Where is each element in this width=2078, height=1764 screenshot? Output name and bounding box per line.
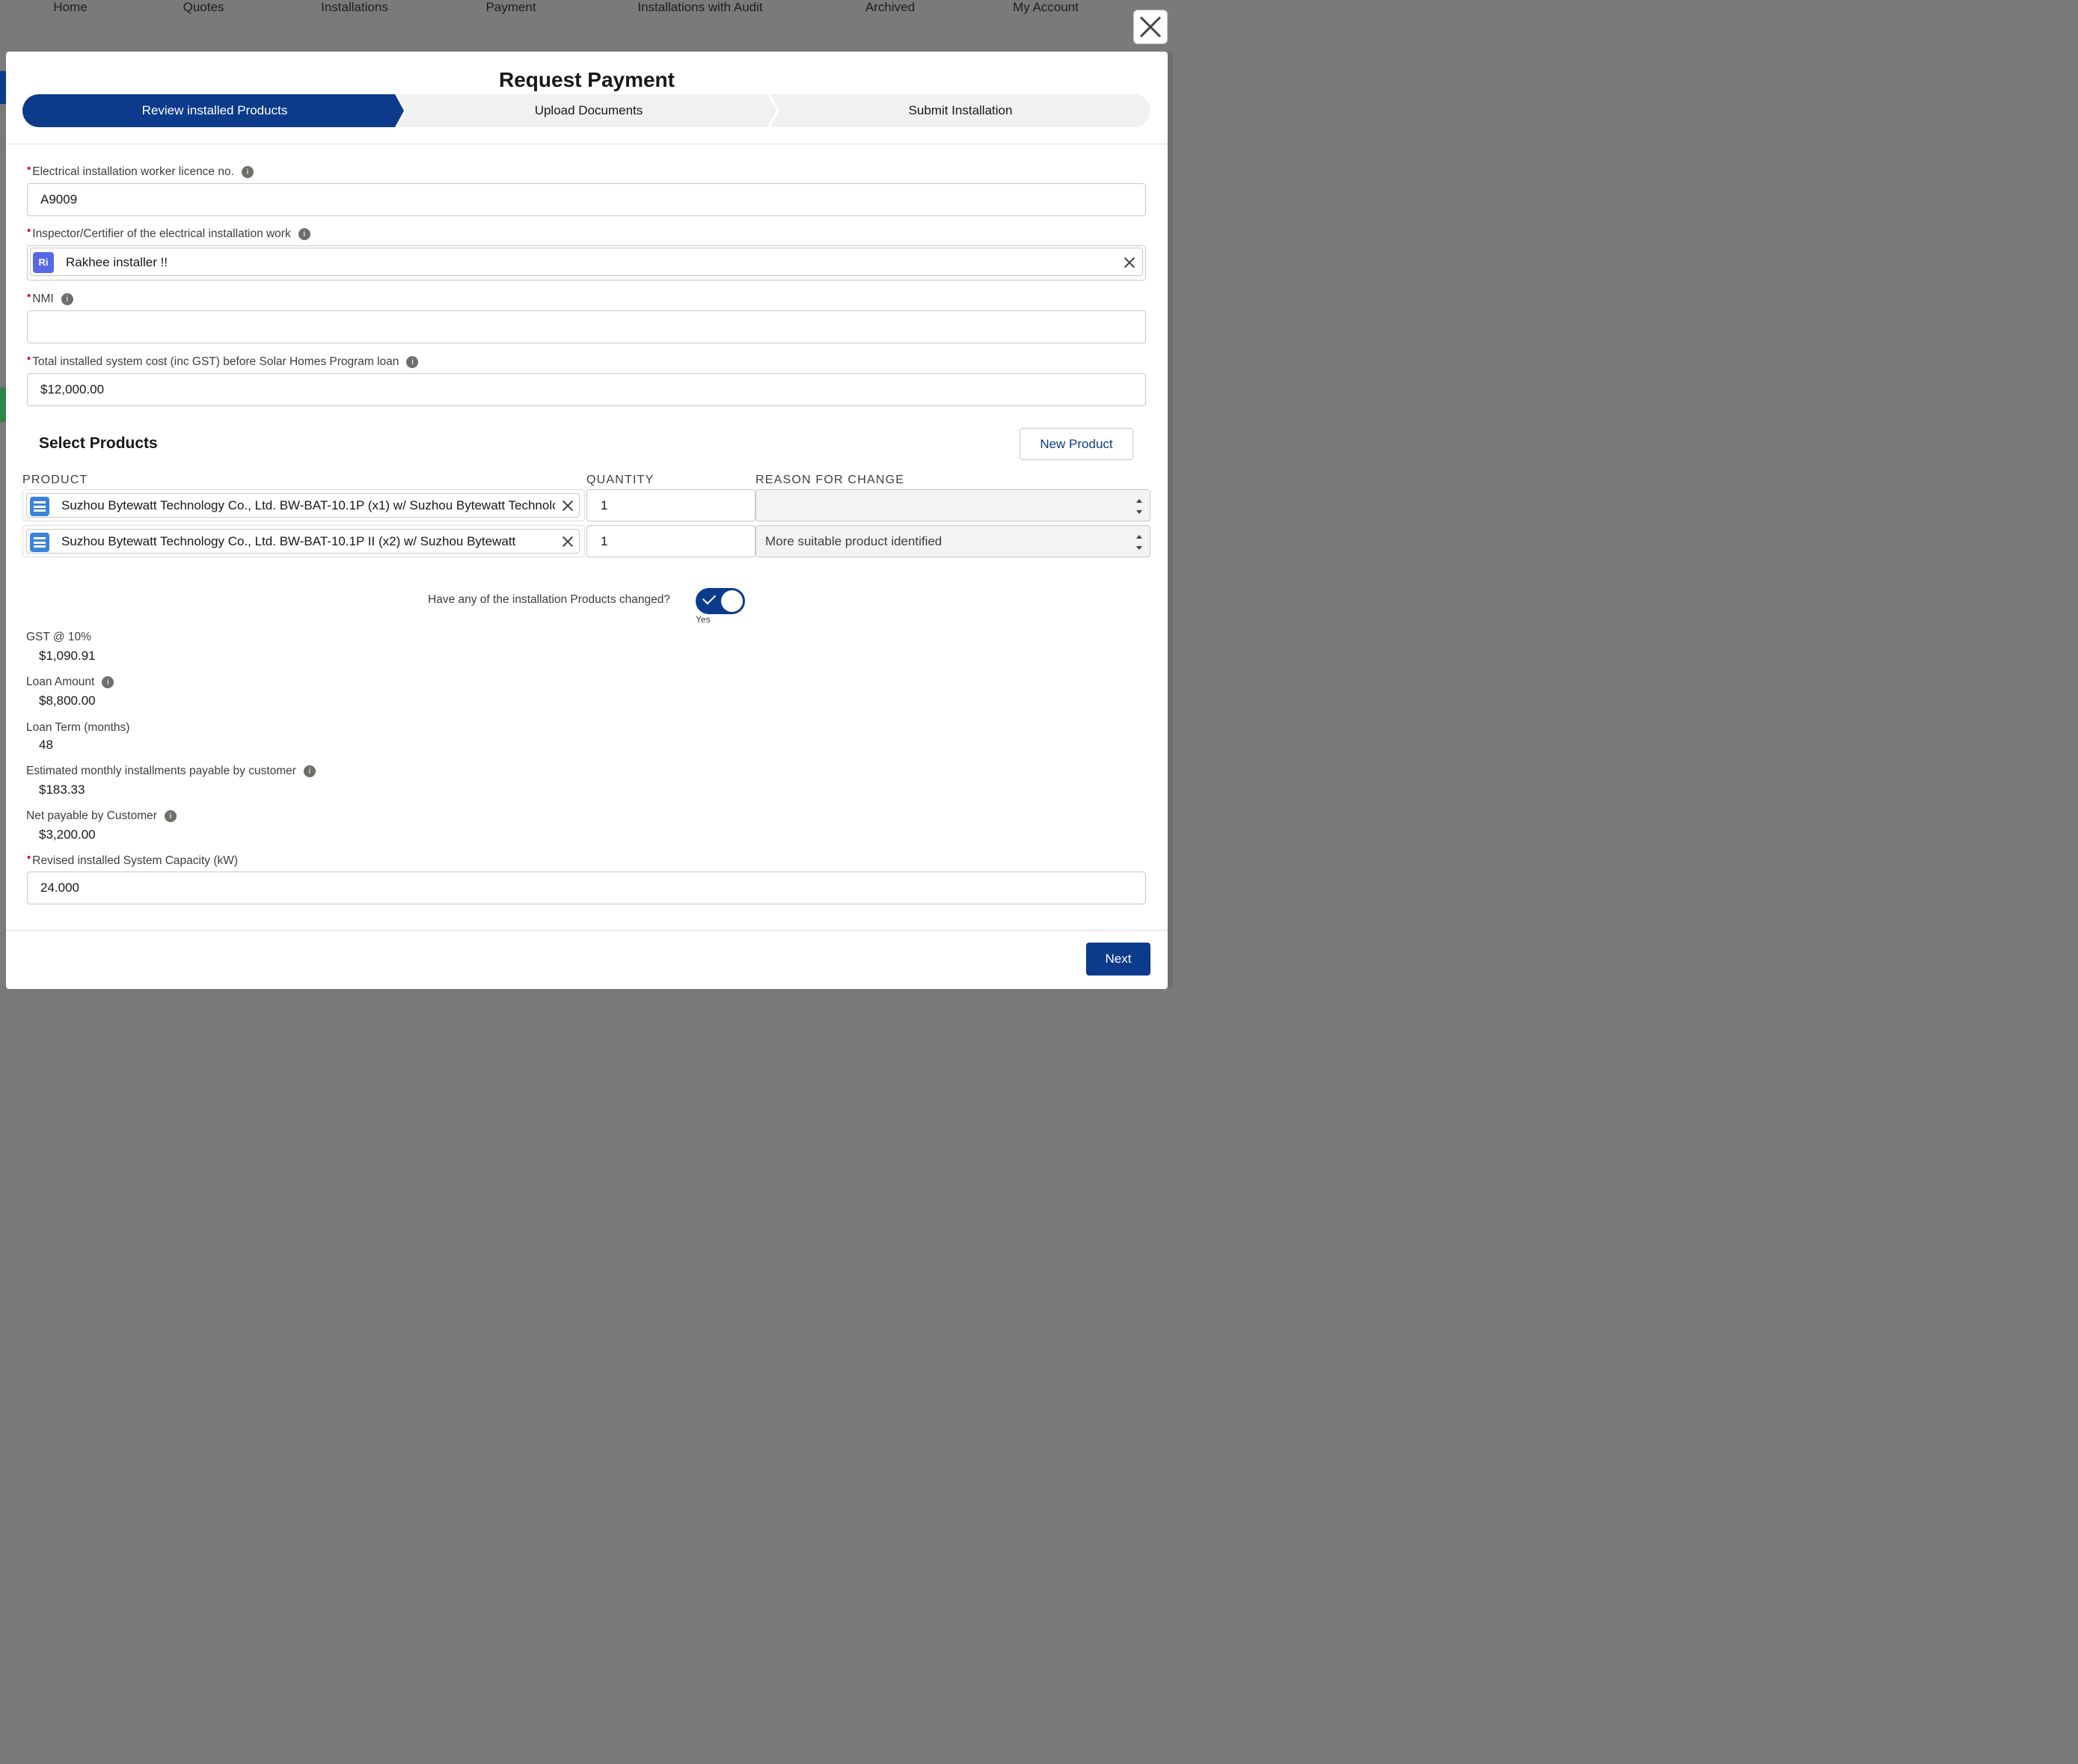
loan-term-value: 48 (39, 738, 53, 752)
toggle-state-label: Yes (696, 614, 711, 625)
close-icon (1139, 16, 1162, 38)
nmi-label: • NMI i (27, 290, 73, 306)
inspector-selected-pill[interactable]: Ri Rakhee installer !! (30, 248, 1143, 276)
info-icon[interactable]: i (61, 293, 73, 305)
info-icon[interactable]: i (164, 809, 177, 822)
inspector-label: • Inspector/Certifier of the electrical i… (27, 224, 310, 241)
footer-divider (6, 930, 1168, 931)
required-marker: • (27, 162, 31, 175)
product-pill[interactable]: Suzhou Bytewatt Technology Co., Ltd. BW-… (26, 493, 580, 518)
nav-home[interactable]: Home (53, 0, 87, 15)
contact-avatar-icon: Ri (33, 252, 54, 273)
quantity-input[interactable]: 1 (586, 489, 756, 521)
product-pill[interactable]: Suzhou Bytewatt Technology Co., Ltd. BW-… (26, 529, 580, 554)
request-payment-modal: Request Payment Review installed Product… (6, 52, 1168, 989)
loan-term-label: Loan Term (months) (26, 721, 130, 734)
monthly-installments-value: $183.33 (39, 783, 85, 797)
path-step-submit-installation[interactable]: Submit Installation (770, 94, 1150, 127)
gst-value: $1,090.91 (39, 649, 96, 663)
select-arrows-icon (1136, 535, 1142, 550)
background-edge (1168, 52, 1173, 989)
gst-label: GST @ 10% (26, 631, 91, 643)
product-name: Suzhou Bytewatt Technology Co., Ltd. BW-… (61, 498, 555, 512)
info-icon[interactable]: i (303, 765, 316, 777)
new-product-button[interactable]: New Product (1020, 428, 1133, 460)
remove-product-icon[interactable] (563, 536, 573, 547)
nav-installations-with-audit[interactable]: Installations with Audit (637, 0, 762, 15)
monthly-installments-label: Estimated monthly installments payable b… (26, 765, 316, 778)
capacity-label: • Revised installed System Capacity (kW) (27, 851, 239, 867)
check-icon (702, 590, 717, 605)
select-products-heading: Select Products (39, 435, 158, 452)
product-record-icon (30, 497, 49, 516)
nav-quotes[interactable]: Quotes (183, 0, 224, 15)
select-arrows-icon (1136, 499, 1142, 514)
toggle-knob (721, 590, 743, 612)
modal-close-button[interactable] (1133, 10, 1168, 44)
inspector-value: Rakhee installer !! (66, 255, 168, 269)
reason-select[interactable]: More suitable product identified (756, 525, 1150, 557)
top-navigation: Home Quotes Installations Payment Instal… (0, 0, 1173, 51)
quantity-input[interactable]: 1 (586, 525, 756, 557)
product-row-1: Suzhou Bytewatt Technology Co., Ltd. BW-… (22, 489, 585, 521)
clear-selection-icon[interactable] (1124, 257, 1135, 268)
info-icon[interactable]: i (102, 676, 114, 688)
info-icon[interactable]: i (241, 165, 254, 178)
product-record-icon (30, 533, 49, 552)
product-row-2: Suzhou Bytewatt Technology Co., Ltd. BW-… (22, 525, 585, 557)
nav-my-account[interactable]: My Account (1013, 0, 1079, 15)
required-marker: • (27, 224, 31, 237)
nmi-input[interactable] (27, 310, 1146, 343)
nav-archived[interactable]: Archived (865, 0, 915, 15)
loan-amount-value: $8,800.00 (39, 693, 96, 708)
product-name: Suzhou Bytewatt Technology Co., Ltd. BW-… (61, 534, 516, 548)
loan-amount-label: Loan Amount i (26, 676, 114, 689)
reason-select[interactable] (756, 489, 1150, 521)
path-step-upload-documents[interactable]: Upload Documents (407, 94, 770, 127)
column-header-product: PRODUCT (22, 474, 88, 486)
licence-label: • Electrical installation worker licence … (27, 162, 254, 179)
background-accent (0, 71, 6, 104)
capacity-input[interactable]: 24.000 (27, 872, 1146, 904)
total-cost-label: • Total installed system cost (inc GST) b… (27, 352, 419, 369)
next-button[interactable]: Next (1086, 943, 1150, 976)
net-payable-value: $3,200.00 (39, 827, 96, 842)
remove-product-icon[interactable] (563, 500, 573, 511)
licence-input[interactable]: A9009 (27, 183, 1146, 216)
modal-title: Request Payment (499, 68, 675, 91)
required-marker: • (27, 290, 31, 302)
reason-value: More suitable product identified (765, 534, 943, 548)
column-header-reason: REASON FOR CHANGE (756, 474, 905, 486)
total-cost-input[interactable]: $12,000.00 (27, 373, 1146, 406)
path-step-review-products[interactable]: Review installed Products (22, 94, 407, 127)
required-marker: • (27, 352, 31, 365)
nav-payment[interactable]: Payment (485, 0, 536, 15)
required-marker: • (27, 851, 31, 864)
info-icon[interactable]: i (298, 227, 310, 240)
nav-installations[interactable]: Installations (321, 0, 388, 15)
column-header-quantity: QUANTITY (586, 474, 655, 486)
products-changed-question: Have any of the installation Products ch… (428, 593, 670, 606)
info-icon[interactable]: i (406, 355, 419, 368)
progress-path: Review installed Products Upload Documen… (22, 94, 1150, 127)
products-changed-toggle[interactable] (696, 588, 745, 614)
background-accent (0, 388, 6, 422)
net-payable-label: Net payable by Customer i (26, 809, 177, 823)
